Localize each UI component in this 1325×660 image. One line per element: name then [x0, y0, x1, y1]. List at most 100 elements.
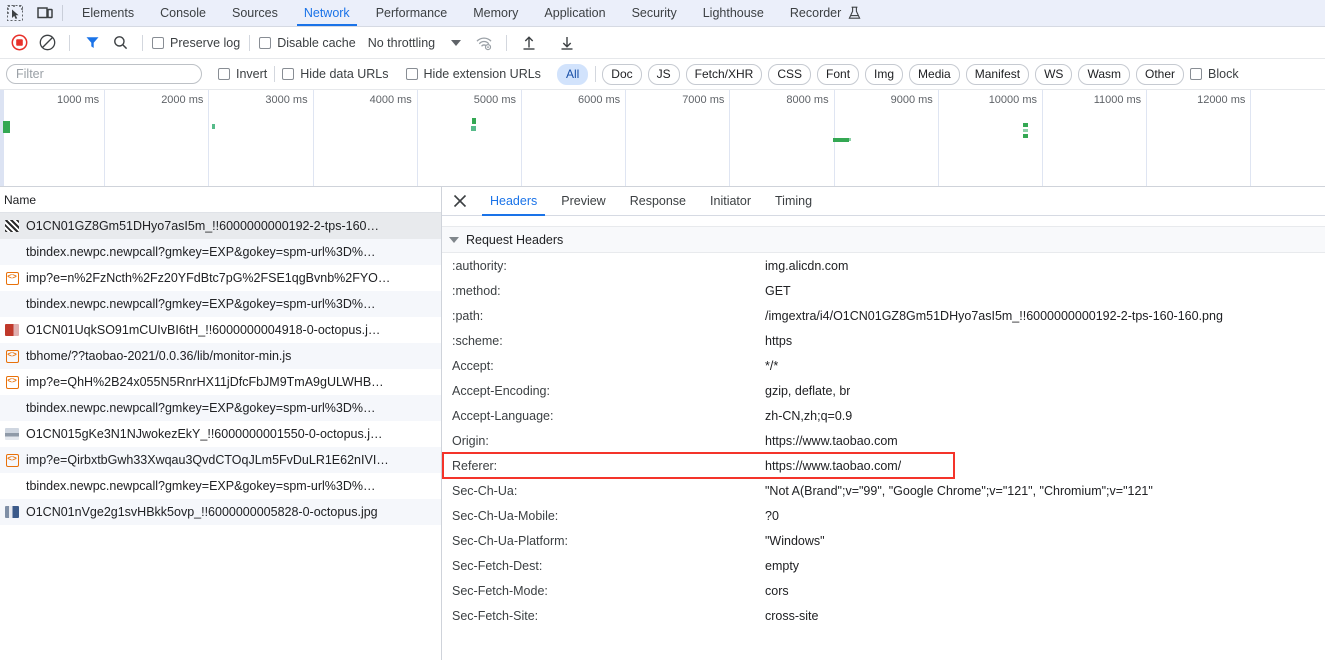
overview-tick-label: 7000 ms	[682, 94, 725, 106]
header-name: :scheme:	[452, 333, 503, 348]
request-row[interactable]: tbindex.newpc.newpcall?gmkey=EXP&gokey=s…	[0, 291, 441, 317]
tab-console[interactable]: Console	[147, 0, 219, 26]
requests-column-header[interactable]: Name	[0, 187, 441, 213]
request-row[interactable]: O1CN01GZ8Gm51DHyo7asI5m_!!6000000000192-…	[0, 213, 441, 239]
header-row[interactable]: Referer: https://www.taobao.com/	[442, 453, 1325, 478]
tab-performance[interactable]: Performance	[363, 0, 461, 26]
type-chip-fetch-xhr[interactable]: Fetch/XHR	[685, 63, 763, 85]
type-chip-img[interactable]: Img	[865, 63, 904, 85]
request-row[interactable]: tbindex.newpc.newpcall?gmkey=EXP&gokey=s…	[0, 239, 441, 265]
request-row[interactable]: tbindex.newpc.newpcall?gmkey=EXP&gokey=s…	[0, 395, 441, 421]
invert-checkbox[interactable]: Invert	[218, 67, 267, 81]
overview-tick	[521, 90, 522, 186]
header-name: Sec-Fetch-Mode:	[452, 583, 548, 598]
header-row[interactable]: :method: GET	[442, 278, 1325, 303]
header-row[interactable]: Accept: */*	[442, 353, 1325, 378]
header-value: ?0	[765, 508, 779, 523]
type-chip-all[interactable]: All	[556, 63, 589, 85]
header-row[interactable]: :authority: img.alicdn.com	[442, 253, 1325, 278]
filter-toolbar: Invert Hide data URLs Hide extension URL…	[0, 59, 1325, 90]
image-thumbnail-icon	[4, 220, 20, 232]
header-row[interactable]: Sec-Fetch-Dest: empty	[442, 553, 1325, 578]
type-chip-css[interactable]: CSS	[768, 63, 812, 85]
detail-tab-initiator[interactable]: Initiator	[698, 187, 763, 215]
disable-cache-checkbox[interactable]: Disable cache	[259, 36, 356, 50]
overview-gridlines: 1000 ms 2000 ms 3000 ms 4000 ms 5000 ms 6000 …	[0, 90, 1325, 186]
request-row[interactable]: tbindex.newpc.newpcall?gmkey=EXP&gokey=s…	[0, 473, 441, 499]
inspect-element-icon[interactable]	[0, 0, 30, 26]
tab-security[interactable]: Security	[619, 0, 690, 26]
throttling-select[interactable]: No throttling	[368, 36, 462, 50]
hide-extension-urls-checkbox[interactable]: Hide extension URLs	[405, 67, 541, 81]
detail-tab-response[interactable]: Response	[618, 187, 698, 215]
hide-extension-urls-box[interactable]	[405, 68, 418, 80]
header-row[interactable]: Sec-Ch-Ua: "Not A(Brand";v="99", "Google …	[442, 478, 1325, 503]
preserve-log-box[interactable]	[152, 36, 164, 49]
detail-tab-preview[interactable]: Preview	[549, 187, 617, 215]
preserve-log-checkbox[interactable]: Preserve log	[152, 36, 240, 50]
script-glyph: <>	[5, 349, 19, 363]
export-har-icon[interactable]	[554, 30, 580, 56]
header-name: Sec-Fetch-Dest:	[452, 558, 543, 573]
import-har-icon[interactable]	[516, 30, 542, 56]
request-row[interactable]: <> imp?e=QirbxtbGwh33Xwqau3QvdCTOqJLm5FvD…	[0, 447, 441, 473]
request-row[interactable]: <> tbhome/??taobao-2021/0.0.36/lib/monito…	[0, 343, 441, 369]
invert-box[interactable]	[218, 68, 230, 80]
search-icon[interactable]	[107, 30, 133, 56]
wifi-settings-icon[interactable]	[471, 30, 497, 56]
script-icon: <>	[4, 375, 20, 389]
toolbar-divider-2	[142, 34, 143, 51]
device-toolbar-icon[interactable]	[30, 0, 60, 26]
type-chip-other[interactable]: Other	[1136, 63, 1185, 85]
requests-list[interactable]: O1CN01GZ8Gm51DHyo7asI5m_!!6000000000192-…	[0, 213, 441, 660]
overview-tick	[1042, 90, 1043, 186]
request-row[interactable]: O1CN01UqkSO91mCUIvBI6tH_!!6000000004918-…	[0, 317, 441, 343]
request-headers-section-header[interactable]: Request Headers	[442, 227, 1325, 253]
close-icon[interactable]	[442, 187, 478, 215]
tab-application[interactable]: Application	[531, 0, 618, 26]
hide-data-urls-box[interactable]	[282, 68, 295, 80]
filter-funnel-icon[interactable]	[79, 30, 105, 56]
script-icon: <>	[4, 271, 20, 285]
clear-network-log-icon[interactable]	[34, 30, 60, 56]
request-row[interactable]: <> imp?e=QhH%2B24x055N5RnrHX11jDfcFbJM9Tm…	[0, 369, 441, 395]
request-row[interactable]: <> imp?e=n%2FzNcth%2Fz20YFdBtc7pG%2FSE1qg…	[0, 265, 441, 291]
blocked-cookies-box[interactable]	[1190, 68, 1203, 80]
hide-data-urls-checkbox[interactable]: Hide data URLs	[282, 67, 389, 81]
type-chip-doc[interactable]: Doc	[602, 63, 642, 85]
header-row[interactable]: :path: /imgextra/i4/O1CN01GZ8Gm51DHyo7asI…	[442, 303, 1325, 328]
header-row[interactable]: Sec-Ch-Ua-Mobile: ?0	[442, 503, 1325, 528]
header-row[interactable]: Accept-Language: zh-CN,zh;q=0.9	[442, 403, 1325, 428]
detail-tab-timing[interactable]: Timing	[763, 187, 824, 215]
type-chip-manifest[interactable]: Manifest	[965, 63, 1030, 85]
header-row[interactable]: Sec-Fetch-Mode: cors	[442, 578, 1325, 603]
detail-tab-headers[interactable]: Headers	[478, 187, 549, 216]
tab-memory[interactable]: Memory	[460, 0, 531, 26]
blocked-cookies-checkbox[interactable]: Block	[1190, 67, 1239, 81]
type-chip-media[interactable]: Media	[909, 63, 960, 85]
record-stop-icon[interactable]	[6, 30, 32, 56]
tab-sources[interactable]: Sources	[219, 0, 291, 26]
tab-elements[interactable]: Elements	[69, 0, 147, 26]
request-row[interactable]: O1CN015gKe3N1NJwokezEkY_!!6000000001550-…	[0, 421, 441, 447]
header-row[interactable]: Origin: https://www.taobao.com	[442, 428, 1325, 453]
request-row[interactable]: O1CN01nVge2g1svHBkk5ovp_!!6000000005828-…	[0, 499, 441, 525]
filter-input[interactable]	[6, 64, 202, 84]
header-row[interactable]: :scheme: https	[442, 328, 1325, 353]
request-name: tbhome/??taobao-2021/0.0.36/lib/monitor-…	[26, 349, 292, 363]
type-chip-js[interactable]: JS	[647, 63, 680, 85]
type-chip-wasm[interactable]: Wasm	[1078, 63, 1130, 85]
blank-glyph	[5, 246, 19, 258]
tab-network[interactable]: Network	[291, 0, 363, 26]
header-row[interactable]: Accept-Encoding: gzip, deflate, br	[442, 378, 1325, 403]
type-chip-font[interactable]: Font	[817, 63, 860, 85]
type-chip-ws[interactable]: WS	[1035, 63, 1073, 85]
tab-lighthouse[interactable]: Lighthouse	[690, 0, 777, 26]
disable-cache-box[interactable]	[259, 36, 272, 49]
header-row[interactable]: Sec-Ch-Ua-Platform: "Windows"	[442, 528, 1325, 553]
filter-divider-1	[274, 66, 276, 82]
header-row[interactable]: Sec-Fetch-Site: cross-site	[442, 603, 1325, 628]
network-overview-timeline[interactable]: 1000 ms 2000 ms 3000 ms 4000 ms 5000 ms 6000 …	[0, 90, 1325, 187]
tab-recorder[interactable]: Recorder	[777, 0, 874, 26]
headers-scroll-area[interactable]: Request Headers :authority: img.alicdn.co…	[442, 216, 1325, 660]
